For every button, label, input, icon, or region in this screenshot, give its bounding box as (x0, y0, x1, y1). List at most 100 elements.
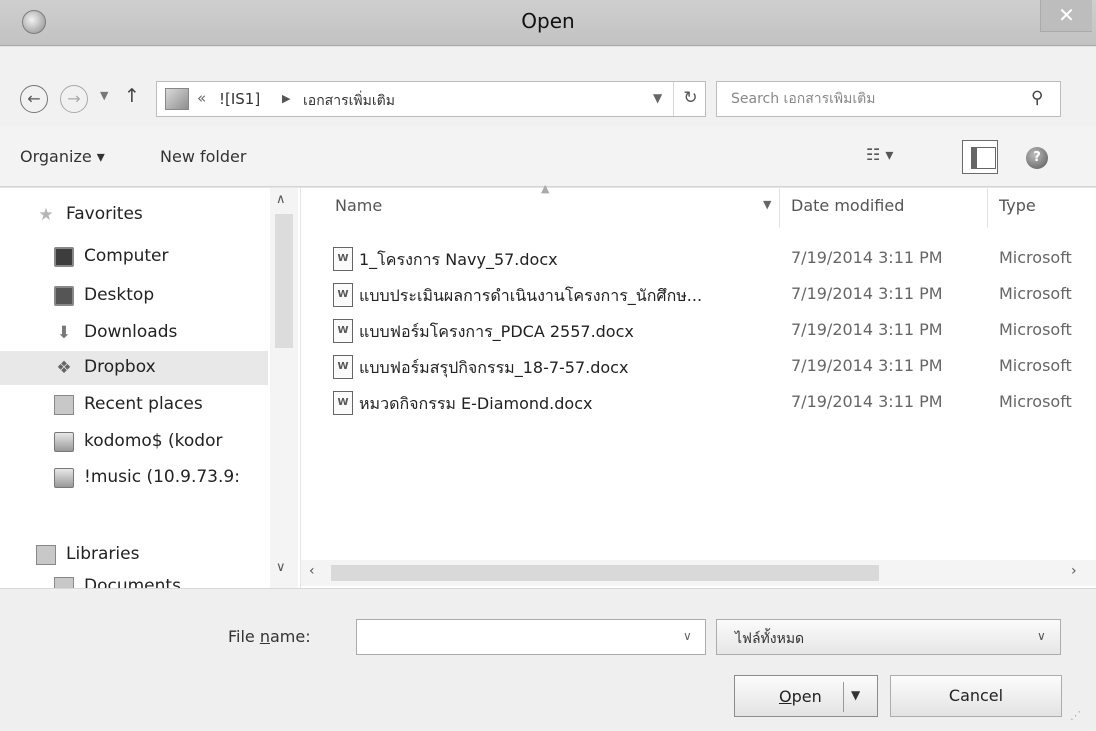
column-filter-dropdown-icon[interactable]: ▼ (763, 198, 771, 211)
file-name-input[interactable] (365, 628, 665, 646)
preview-pane-icon[interactable] (962, 140, 998, 174)
sort-ascending-icon: ▲ (541, 182, 550, 195)
file-type-filter-select[interactable]: ไฟล์ทั้งหมด ∨ (716, 619, 1061, 655)
word-document-icon: W (333, 391, 353, 415)
open-button-label: Open (779, 687, 822, 706)
open-options-dropdown-icon[interactable]: ▼ (851, 688, 860, 702)
help-icon[interactable]: ? (1026, 147, 1048, 169)
file-type: Microsoft (999, 356, 1072, 375)
column-divider[interactable] (987, 188, 988, 228)
navigation-scrollbar[interactable]: ∧ ∨ (270, 188, 298, 588)
cancel-button[interactable]: Cancel (890, 675, 1062, 717)
file-date: 7/19/2014 3:11 PM (791, 284, 943, 303)
search-icon[interactable]: ⚲ (1031, 88, 1043, 108)
scroll-down-icon[interactable]: ∨ (276, 560, 286, 575)
horizontal-scrollbar[interactable]: ‹ › (301, 560, 1096, 586)
breadcrumb-arrow-icon[interactable]: ▶ (282, 92, 290, 105)
downloads-icon: ⬇ (56, 323, 72, 343)
sidebar-item-desktop[interactable]: Desktop (0, 279, 268, 313)
sidebar-item-libraries[interactable]: Libraries (0, 538, 268, 572)
column-divider[interactable] (779, 188, 780, 228)
recent-places-icon (54, 395, 74, 415)
word-document-icon: W (333, 319, 353, 343)
chevron-down-icon[interactable]: ∨ (1037, 629, 1046, 643)
sidebar-item-documents[interactable]: Documents (0, 570, 268, 588)
folder-icon (165, 88, 189, 110)
file-name: แบบฟอร์มโครงการ_PDCA 2557.docx (359, 322, 634, 341)
file-name: แบบประเมินผลการดำเนินงานโครงการ_นักศึกษ.… (359, 286, 703, 305)
navigation-pane: ★ Favorites Computer Desktop ⬇ Downloads… (0, 188, 300, 588)
file-name-label-text: ame: (270, 627, 311, 646)
close-button[interactable]: ✕ (1040, 0, 1092, 32)
file-name: หมวดกิจกรรม E-Diamond.docx (359, 394, 593, 413)
sidebar-item-music-drive[interactable]: !music (10.9.73.9: (0, 461, 268, 495)
network-drive-icon (54, 432, 74, 452)
word-document-icon: W (333, 355, 353, 379)
file-row[interactable]: W หมวดกิจกรรม E-Diamond.docx 7/19/2014 3… (301, 386, 1096, 420)
column-header-type[interactable]: Type (999, 196, 1036, 215)
scroll-right-icon[interactable]: › (1071, 563, 1077, 579)
open-button[interactable]: Open ▼ (734, 675, 878, 717)
organize-button[interactable]: Organize ▾ (20, 147, 105, 166)
search-box[interactable]: ⚲ (716, 81, 1061, 117)
open-label-text: pen (791, 687, 822, 706)
documents-icon (54, 577, 74, 588)
file-name-combobox[interactable]: ∨ (356, 619, 706, 655)
scroll-left-icon[interactable]: ‹ (309, 563, 315, 579)
file-name: แบบฟอร์มสรุปกิจกรรม_18-7-57.docx (359, 358, 629, 377)
change-view-button[interactable]: ☷ ▾ (866, 145, 893, 164)
file-date: 7/19/2014 3:11 PM (791, 248, 943, 267)
split-divider (843, 682, 844, 712)
scroll-up-icon[interactable]: ∧ (276, 192, 286, 207)
address-dropdown-icon[interactable]: ▼ (653, 91, 662, 105)
sidebar-item-computer[interactable]: Computer (0, 240, 268, 274)
network-drive-icon (54, 468, 74, 488)
forward-arrow-icon[interactable]: → (60, 85, 88, 113)
window-title: Open (521, 9, 575, 33)
file-type-filter-value: ไฟล์ทั้งหมด (735, 631, 805, 647)
file-row[interactable]: W แบบฟอร์มสรุปกิจกรรม_18-7-57.docx 7/19/… (301, 350, 1096, 384)
word-document-icon: W (333, 283, 353, 307)
scrollbar-thumb[interactable] (331, 565, 879, 581)
sidebar-item-label: !music (10.9.73.9: (84, 467, 240, 487)
refresh-icon[interactable]: ↻ (673, 82, 707, 116)
resize-grip-icon[interactable]: ⋰ (1070, 709, 1081, 722)
sidebar-item-label: kodomo$ (kodor (84, 431, 223, 451)
file-list: ▲ Name ▼ Date modified Type W 1_โครงการ … (300, 182, 1096, 588)
back-arrow-icon[interactable]: ← (20, 85, 48, 113)
sidebar-item-label: Downloads (84, 322, 178, 342)
title-bar: Open ✕ (0, 0, 1096, 46)
new-folder-button[interactable]: New folder (160, 147, 246, 166)
file-date: 7/19/2014 3:11 PM (791, 320, 943, 339)
file-date: 7/19/2014 3:11 PM (791, 356, 943, 375)
column-header-date-modified[interactable]: Date modified (791, 196, 904, 215)
file-row[interactable]: W 1_โครงการ Navy_57.docx 7/19/2014 3:11 … (301, 242, 1096, 276)
file-type: Microsoft (999, 284, 1072, 303)
breadcrumb-item-current[interactable]: เอกสารเพิ่มเติม (303, 90, 395, 112)
sidebar-item-recent-places[interactable]: Recent places (0, 388, 268, 422)
file-name: 1_โครงการ Navy_57.docx (359, 250, 558, 269)
sidebar-item-label: Documents (84, 576, 181, 588)
computer-icon (54, 247, 74, 267)
chevron-down-icon[interactable]: ∨ (683, 629, 692, 643)
dialog-footer: File name: ∨ ไฟล์ทั้งหมด ∨ Open ▼ Cancel… (0, 588, 1096, 731)
file-row[interactable]: W แบบประเมินผลการดำเนินงานโครงการ_นักศึก… (301, 278, 1096, 312)
breadcrumb-overflow[interactable]: « (197, 89, 206, 107)
desktop-icon (54, 286, 74, 306)
recent-locations-dropdown-icon[interactable]: ▼ (100, 89, 108, 102)
sidebar-item-dropbox[interactable]: ❖ Dropbox (0, 351, 268, 385)
sidebar-item-favorites[interactable]: ★ Favorites (0, 198, 268, 232)
scrollbar-thumb[interactable] (275, 214, 293, 348)
column-header-name[interactable]: Name (335, 196, 382, 215)
file-row[interactable]: W แบบฟอร์มโครงการ_PDCA 2557.docx 7/19/20… (301, 314, 1096, 348)
file-name-label-text: File (228, 627, 260, 646)
breadcrumb-item[interactable]: ![IS1] (219, 90, 260, 108)
sidebar-item-kodomo-drive[interactable]: kodomo$ (kodor (0, 425, 268, 459)
sidebar-item-downloads[interactable]: ⬇ Downloads (0, 316, 268, 350)
search-input[interactable] (731, 91, 1011, 107)
address-bar[interactable]: « ![IS1] ▶ เอกสารเพิ่มเติม ▼ ↻ (156, 81, 706, 117)
dropbox-icon: ❖ (56, 358, 72, 378)
up-arrow-icon[interactable]: ↑ (124, 85, 140, 107)
file-type: Microsoft (999, 392, 1072, 411)
sidebar-item-label: Computer (84, 246, 169, 266)
